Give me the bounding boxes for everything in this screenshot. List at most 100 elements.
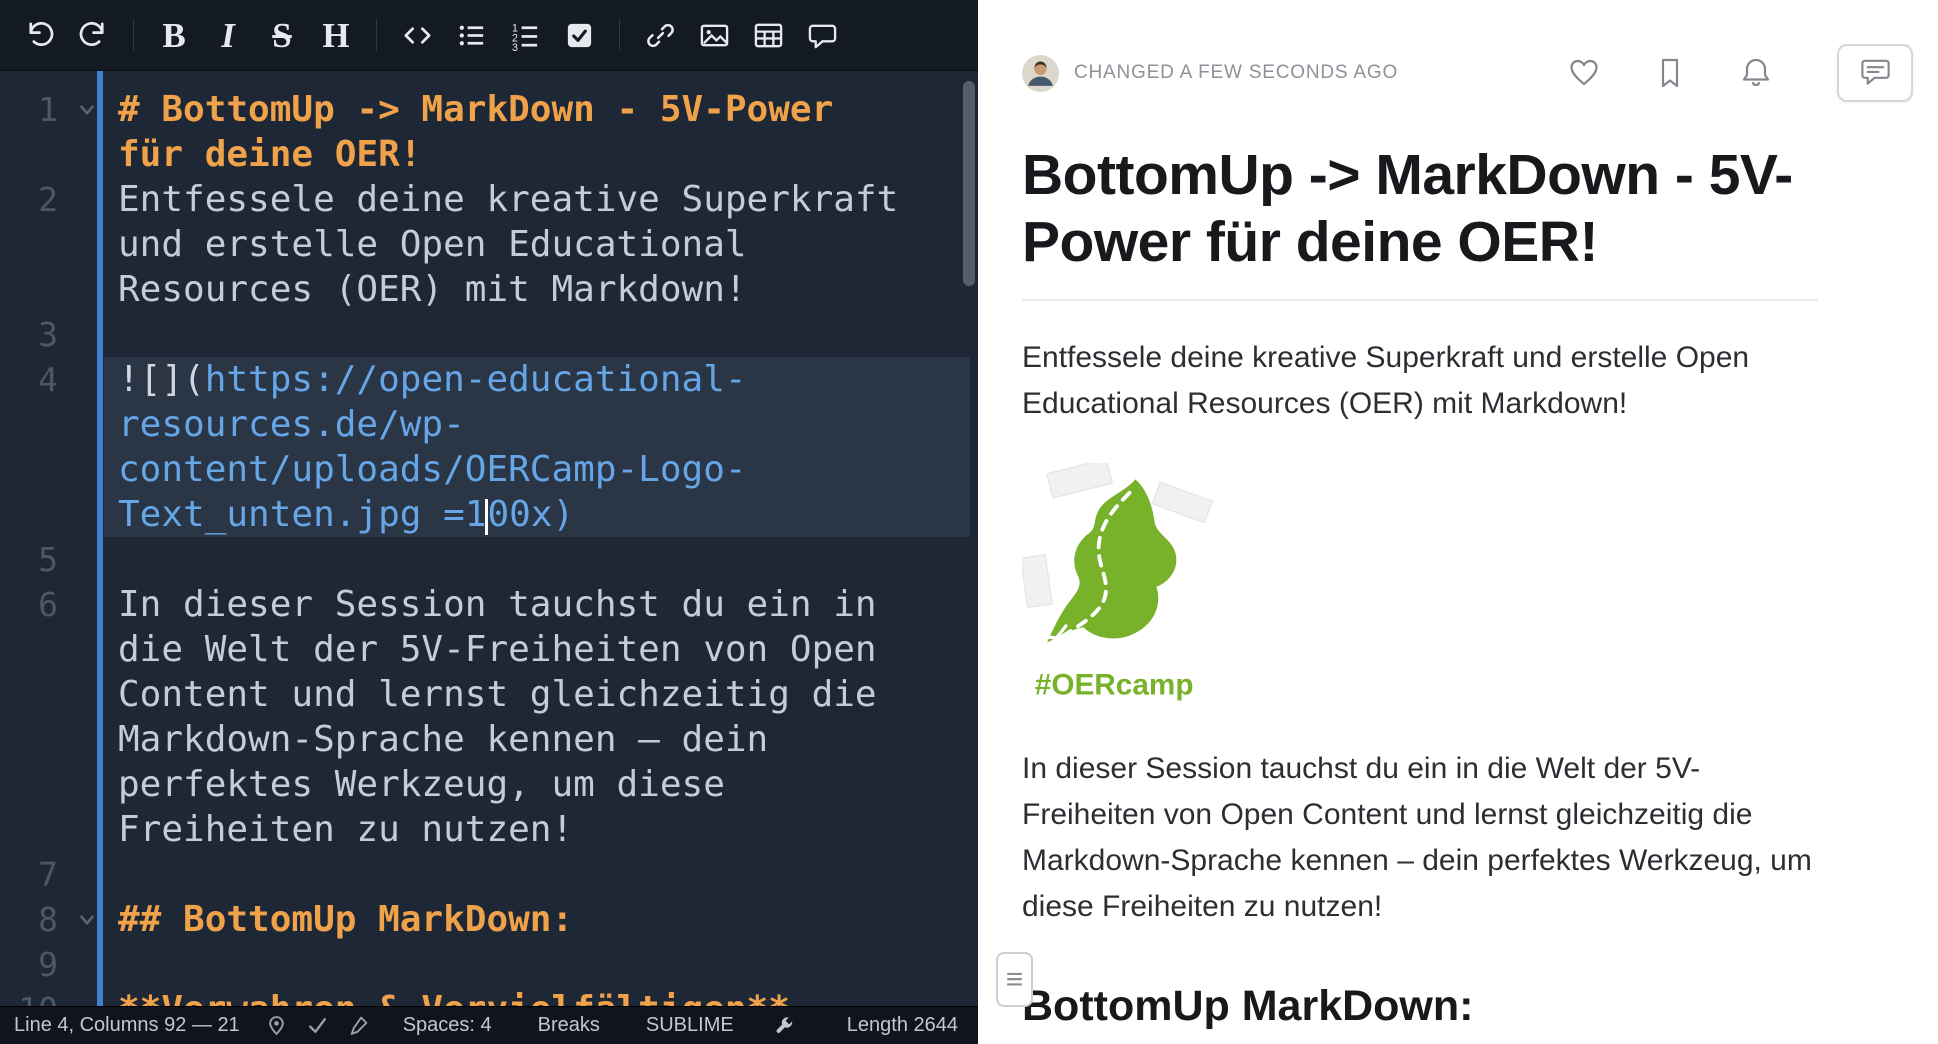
md-text: In dieser Session tauchst du ein in die … <box>118 584 898 850</box>
preview-paragraph-2: In dieser Session tauchst du ein in die … <box>1022 746 1818 930</box>
image-button[interactable] <box>687 0 741 70</box>
brush-icon[interactable] <box>348 1015 369 1036</box>
avatar-image <box>1022 55 1059 92</box>
table-button[interactable] <box>741 0 795 70</box>
editor-line-10[interactable]: 10 **Verwahren & Vervielfältigen** <box>0 987 978 1006</box>
cursor-position-text: Line 4, Columns 92 — 21 <box>14 1014 240 1037</box>
line-content[interactable] <box>116 312 908 357</box>
line-number: 9 <box>0 942 58 987</box>
md-heading: # BottomUp -> MarkDown - 5V-Power für de… <box>118 89 855 175</box>
toolbar-separator <box>376 19 377 51</box>
line-number: 2 <box>0 177 58 312</box>
spaces-setting[interactable]: Spaces: 4 <box>403 1014 492 1037</box>
editor-line-4[interactable]: 4 ![](https://open-educational-resources.… <box>0 357 978 537</box>
wrench-icon[interactable] <box>774 1015 795 1036</box>
md-url: 00x) <box>487 494 574 535</box>
line-gutter: 8 <box>0 897 116 942</box>
check-icon[interactable] <box>307 1015 328 1036</box>
fold-caret-icon[interactable] <box>58 87 116 132</box>
line-number: 1 <box>0 87 58 177</box>
link-icon <box>645 20 676 51</box>
md-punct: ![]( <box>118 359 205 400</box>
toolbar-separator <box>619 19 620 51</box>
line-gutter: 7 <box>0 852 116 897</box>
preview-pane: ≡ CHANGED A FEW SECONDS AGO BottomUp -> … <box>978 0 1938 1044</box>
editor-line-6[interactable]: 6In dieser Session tauchst du ein in die… <box>0 582 978 852</box>
line-content[interactable]: # BottomUp -> MarkDown - 5V-Power für de… <box>116 87 908 177</box>
editor-line-2[interactable]: 2 Entfessele deine kreative Superkraft un… <box>0 177 978 312</box>
editor-toolbar: BISH 123 <box>0 0 978 71</box>
line-content[interactable] <box>116 942 908 987</box>
editor-line-7[interactable]: 7 <box>0 852 978 897</box>
preview-heading-2: BottomUp MarkDown: <box>1022 982 1818 1044</box>
undo-button[interactable] <box>12 0 66 70</box>
undo-icon <box>24 20 55 51</box>
fold-caret-icon[interactable] <box>58 897 116 942</box>
svg-text:3: 3 <box>511 42 517 51</box>
comments-button[interactable] <box>1837 44 1913 102</box>
line-gutter: 3 <box>0 312 116 357</box>
code-button[interactable] <box>390 0 444 70</box>
line-number: 10 <box>0 987 58 1006</box>
redo-button[interactable] <box>66 0 120 70</box>
editor-line-8[interactable]: 8 ## BottomUp MarkDown: <box>0 897 978 942</box>
editor-pane: BISH 123 1 # BottomUp -> MarkDown - 5V-Pow… <box>0 0 978 1044</box>
editor-status-bar: Line 4, Columns 92 — 21 Spaces: 4 Breaks… <box>0 1006 978 1044</box>
fold-spacer <box>58 177 116 222</box>
editor-body[interactable]: 1 # BottomUp -> MarkDown - 5V-Power für d… <box>0 71 978 1006</box>
check-square-button[interactable] <box>552 0 606 70</box>
editor-line-3[interactable]: 3 <box>0 312 978 357</box>
link-button[interactable] <box>633 0 687 70</box>
oercamp-logo-text: #OERcamp <box>1035 669 1194 702</box>
pin-icon[interactable] <box>266 1015 287 1036</box>
fold-spacer <box>58 582 116 627</box>
bold-button[interactable]: B <box>147 0 201 70</box>
breaks-setting[interactable]: Breaks <box>538 1014 600 1037</box>
split-drag-handle[interactable]: ≡ <box>996 952 1033 1007</box>
check-square-icon <box>564 20 595 51</box>
line-number: 4 <box>0 357 58 537</box>
preview-header: CHANGED A FEW SECONDS AGO <box>1022 0 1913 102</box>
app-window: BISH 123 1 # BottomUp -> MarkDown - 5V-Pow… <box>0 0 1938 1044</box>
last-changed-text: CHANGED A FEW SECONDS AGO <box>1074 62 1398 84</box>
line-content[interactable]: ## BottomUp MarkDown: <box>116 897 908 942</box>
fold-spacer <box>58 312 116 357</box>
avatar[interactable] <box>1022 55 1059 92</box>
preview-paragraph-1: Entfessele deine kreative Superkraft und… <box>1022 335 1818 427</box>
line-content[interactable] <box>116 852 908 897</box>
keymap-setting[interactable]: SUBLIME <box>646 1014 734 1037</box>
line-content[interactable]: In dieser Session tauchst du ein in die … <box>116 582 908 852</box>
oercamp-logo: #OERcamp <box>1022 463 1818 712</box>
line-gutter: 2 <box>0 177 116 312</box>
heart-icon[interactable] <box>1567 56 1601 90</box>
line-number: 5 <box>0 537 58 582</box>
preview-title: BottomUp -> MarkDown - 5V-Power für dein… <box>1022 142 1818 301</box>
line-content[interactable]: ![](https://open-educational-resources.d… <box>116 357 908 537</box>
strikethrough-button[interactable]: S <box>255 0 309 70</box>
italic-button[interactable]: I <box>201 0 255 70</box>
heading-icon: H <box>322 18 349 53</box>
code-icon <box>402 20 433 51</box>
line-number: 8 <box>0 897 58 942</box>
heading-button[interactable]: H <box>309 0 363 70</box>
bookmark-icon[interactable] <box>1653 56 1687 90</box>
line-gutter: 6 <box>0 582 116 852</box>
list-ul-button[interactable] <box>444 0 498 70</box>
bell-icon[interactable] <box>1739 56 1773 90</box>
line-content[interactable]: Entfessele deine kreative Superkraft und… <box>116 177 908 312</box>
editor-line-5[interactable]: 5 <box>0 537 978 582</box>
editor-line-9[interactable]: 9 <box>0 942 978 987</box>
line-number: 6 <box>0 582 58 852</box>
md-bold: **Verwahren & Vervielfältigen** <box>118 989 790 1006</box>
line-number: 3 <box>0 312 58 357</box>
list-ol-button[interactable]: 123 <box>498 0 552 70</box>
editor-scrollbar[interactable] <box>963 81 975 286</box>
fold-spacer <box>58 987 116 1006</box>
list-ol-icon: 123 <box>510 20 541 51</box>
editor-line-1[interactable]: 1 # BottomUp -> MarkDown - 5V-Power für d… <box>0 87 978 177</box>
line-content[interactable]: **Verwahren & Vervielfältigen** <box>116 987 908 1006</box>
comment-button[interactable] <box>795 0 849 70</box>
line-gutter: 4 <box>0 357 116 537</box>
toolbar-separator <box>133 19 134 51</box>
line-content[interactable] <box>116 537 908 582</box>
